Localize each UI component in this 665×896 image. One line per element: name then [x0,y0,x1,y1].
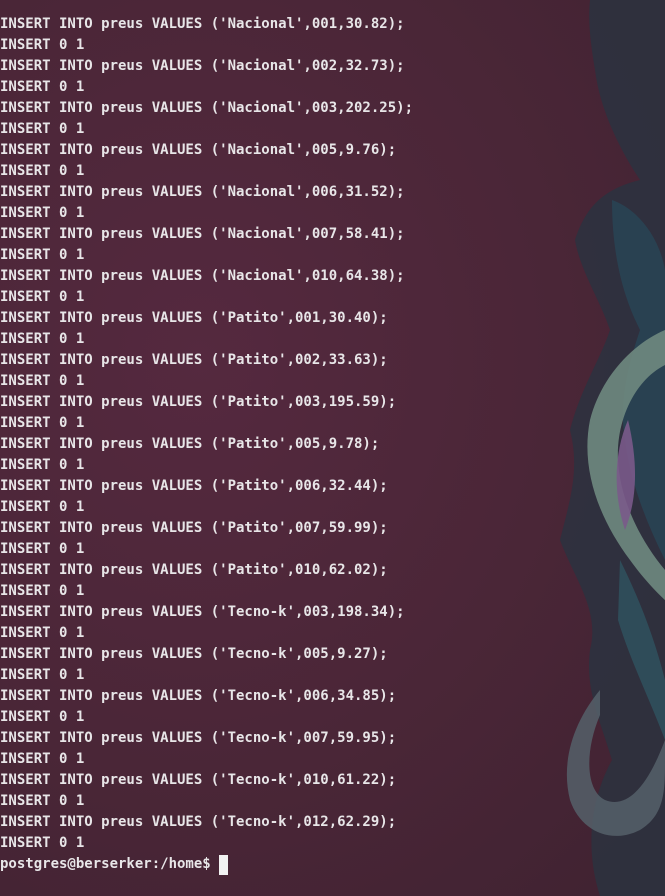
text-cursor [219,854,229,875]
terminal-output-line: INSERT 0 1 [0,373,85,389]
terminal-output-line: INSERT 0 1 [0,835,85,851]
terminal-output-line: INSERT INTO preus VALUES ('Nacional',003… [0,100,414,116]
terminal-output-line: INSERT 0 1 [0,625,85,641]
terminal-output-line: INSERT 0 1 [0,331,85,347]
terminal-output-line: INSERT INTO preus VALUES ('Patito',003,1… [0,394,397,410]
wallpaper-pale-crescent [587,330,665,600]
terminal-output-line: INSERT INTO preus VALUES ('Tecno-k',006,… [0,688,397,704]
wallpaper-lower-teal [618,560,665,740]
terminal-output-line: INSERT INTO preus VALUES ('Tecno-k',003,… [0,604,405,620]
terminal-output-line: INSERT 0 1 [0,541,85,557]
shell-prompt: postgres@berserker:/home$ [0,856,220,872]
terminal-output-line: INSERT INTO preus VALUES ('Nacional',010… [0,268,405,284]
terminal-output-line: INSERT 0 1 [0,667,85,683]
terminal-output-line: INSERT INTO preus VALUES ('Patito',001,3… [0,310,388,326]
wallpaper-teal-shape [612,200,665,560]
terminal-output-line: INSERT INTO preus VALUES ('Patito',005,9… [0,436,380,452]
terminal-output-line: INSERT INTO preus VALUES ('Patito',007,5… [0,520,388,536]
terminal-output-line: INSERT 0 1 [0,163,85,179]
terminal-output-line: INSERT INTO preus VALUES ('Patito',006,3… [0,478,388,494]
terminal-output-line: INSERT 0 1 [0,583,85,599]
terminal-output-line: INSERT 0 1 [0,247,85,263]
terminal-output-line: INSERT 0 1 [0,709,85,725]
terminal-output-line: INSERT 0 1 [0,751,85,767]
wallpaper-purple-accent [616,420,636,530]
terminal-output-line: INSERT 0 1 [0,457,85,473]
wallpaper-lower-ring [566,690,665,836]
terminal-output-line: INSERT INTO preus VALUES ('Nacional',002… [0,58,405,74]
terminal-output-line: INSERT 0 1 [0,121,85,137]
shell-prompt-line[interactable]: postgres@berserker:/home$ [0,854,413,875]
terminal-output-line: INSERT INTO preus VALUES ('Patito',002,3… [0,352,388,368]
wallpaper-dark-shape [560,0,665,896]
terminal-output-line: INSERT 0 1 [0,37,85,53]
terminal-output-line: INSERT 0 1 [0,499,85,515]
terminal-output-line: INSERT INTO preus VALUES ('Nacional',006… [0,184,405,200]
terminal-output-line: INSERT INTO preus VALUES ('Patito',010,6… [0,562,388,578]
terminal-output-line: INSERT INTO preus VALUES ('Nacional',005… [0,142,397,158]
terminal-output-line: INSERT 0 1 [0,79,85,95]
terminal-output-line: INSERT INTO preus VALUES ('Tecno-k',012,… [0,814,397,830]
terminal-output-line: INSERT 0 1 [0,793,85,809]
terminal-output-line: INSERT INTO preus VALUES ('Nacional',001… [0,16,405,32]
terminal-output-line: INSERT INTO preus VALUES ('Tecno-k',005,… [0,646,388,662]
terminal-output-line: INSERT INTO preus VALUES ('Nacional',007… [0,226,405,242]
terminal-output-line: INSERT 0 1 [0,415,85,431]
terminal-output: INSERT INTO preus VALUES ('Nacional',001… [0,14,413,875]
terminal-output-line: INSERT INTO preus VALUES ('Tecno-k',007,… [0,730,397,746]
terminal-output-line: INSERT 0 1 [0,289,85,305]
terminal-output-line: INSERT 0 1 [0,205,85,221]
terminal-output-line: INSERT INTO preus VALUES ('Tecno-k',010,… [0,772,397,788]
terminal-window[interactable]: INSERT INTO preus VALUES ('Nacional',001… [0,0,665,896]
